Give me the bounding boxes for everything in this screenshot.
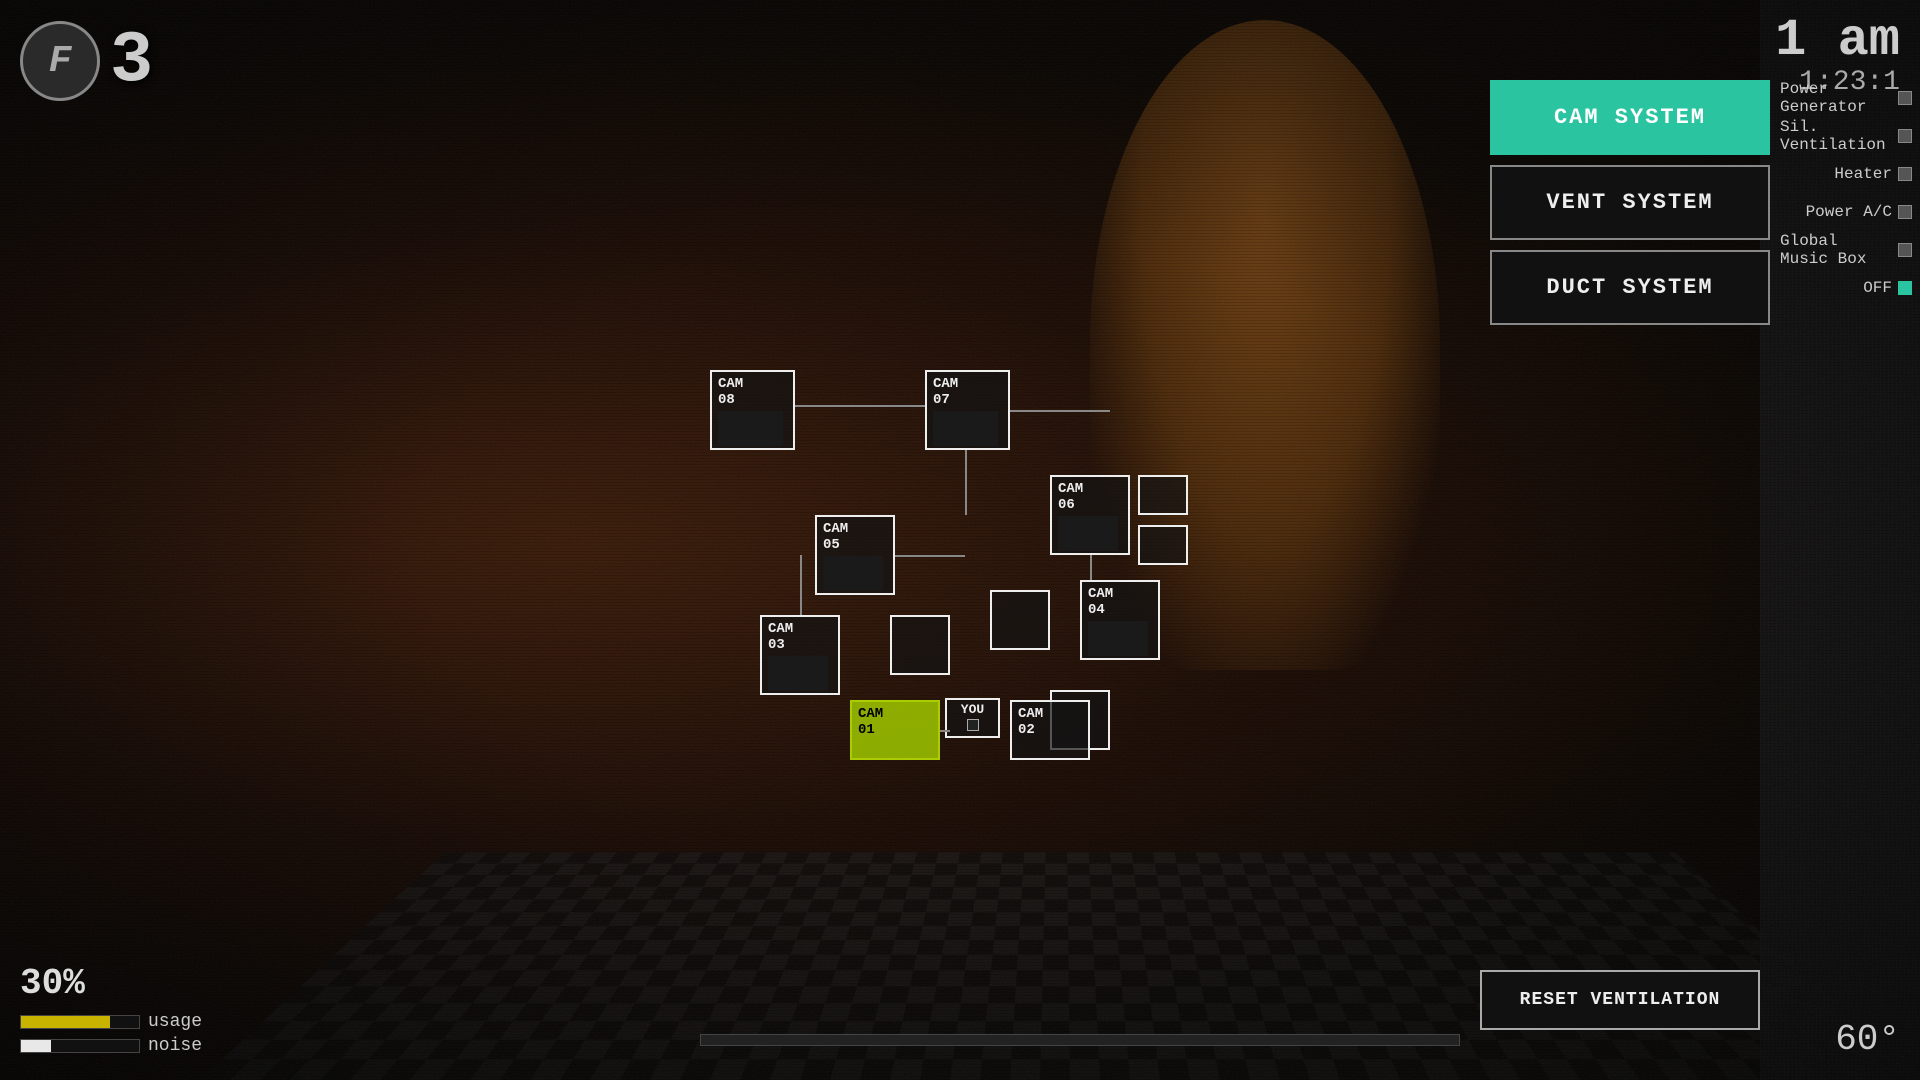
power-symbol: % xyxy=(63,963,85,1004)
connector-05-mid xyxy=(895,555,965,557)
off-indicator xyxy=(1898,281,1912,295)
cam-06-label: CAM06 xyxy=(1058,481,1122,513)
right-panel: CAM SYSTEM VENT SYSTEM DUCT SYSTEM xyxy=(1490,80,1770,325)
cam-03-box[interactable]: CAM03 xyxy=(760,615,840,695)
cam-03-preview xyxy=(768,656,828,691)
connector-08-07 xyxy=(795,405,925,407)
cam-06-ext-box2 xyxy=(1138,525,1188,565)
connector-06-04 xyxy=(1090,555,1092,580)
cam-05-preview xyxy=(823,556,883,591)
usage-bar-track xyxy=(20,1015,140,1029)
heater-indicator xyxy=(1898,167,1912,181)
cam-02-label: CAM02 xyxy=(1018,706,1082,738)
subsystem-sil-ventilation[interactable]: Sil. Ventilation xyxy=(1772,118,1920,154)
cam-system-button[interactable]: CAM SYSTEM xyxy=(1490,80,1770,155)
off-label: OFF xyxy=(1863,279,1892,297)
cam-08-label: CAM08 xyxy=(718,376,787,408)
cam-01-label: CAM01 xyxy=(858,706,932,738)
cam-02-box[interactable]: CAM02 xyxy=(1010,700,1090,760)
subsystem-panel: Power Generator Sil. Ventilation Heater … xyxy=(1772,80,1920,306)
scroll-track[interactable] xyxy=(700,1034,1460,1046)
global-music-box-label: Global Music Box xyxy=(1780,232,1892,268)
usage-label: usage xyxy=(148,1012,202,1032)
global-music-box-indicator xyxy=(1898,243,1912,257)
power-ac-indicator xyxy=(1898,205,1912,219)
cam-03-label: CAM03 xyxy=(768,621,832,653)
connector-01-you xyxy=(940,730,950,732)
power-ac-label: Power A/C xyxy=(1806,203,1892,221)
cam-04-box[interactable]: CAM04 xyxy=(1080,580,1160,660)
connector-07-06 xyxy=(1010,410,1110,412)
vent-system-button[interactable]: VENT SYSTEM xyxy=(1490,165,1770,240)
camera-map: CAM08 CAM07 CAM06 CAM05 CAM04 CAM03 CAM0… xyxy=(680,320,1300,820)
cam-06-ext-box xyxy=(1138,475,1188,515)
subsystem-off-toggle[interactable]: OFF xyxy=(1772,270,1920,306)
reset-ventilation-button[interactable]: RESET VENTILATION xyxy=(1480,970,1760,1030)
subsystem-heater[interactable]: Heater xyxy=(1772,156,1920,192)
duct-system-button[interactable]: DUCT SYSTEM xyxy=(1490,250,1770,325)
top-left-hud: F 3 xyxy=(20,20,153,102)
cam-07-label: CAM07 xyxy=(933,376,1002,408)
temperature-display: 60° xyxy=(1835,1019,1900,1060)
cam-07-preview xyxy=(933,411,998,446)
power-percent: 30% xyxy=(20,950,202,1008)
cam-06-box[interactable]: CAM06 xyxy=(1050,475,1130,555)
cam-07-box[interactable]: CAM07 xyxy=(925,370,1010,450)
bottom-scroll-area xyxy=(700,1030,1460,1050)
cam-04-label: CAM04 xyxy=(1088,586,1152,618)
subsystem-power-ac[interactable]: Power A/C xyxy=(1772,194,1920,230)
middle-connector-2 xyxy=(990,590,1050,650)
sil-ventilation-indicator xyxy=(1898,129,1912,143)
noise-bar-track xyxy=(20,1039,140,1053)
cam-05-label: CAM05 xyxy=(823,521,887,553)
power-section: 30% usage noise xyxy=(20,950,202,1060)
cam-04-preview xyxy=(1088,621,1148,656)
connector-03-down xyxy=(800,555,802,615)
cam-05-box[interactable]: CAM05 xyxy=(815,515,895,595)
you-marker: YOU xyxy=(945,698,1000,738)
you-label: YOU xyxy=(951,702,994,717)
power-number: 30 xyxy=(20,963,63,1004)
cam-01-box[interactable]: CAM01 xyxy=(850,700,940,760)
heater-label: Heater xyxy=(1834,165,1892,183)
time-hour: 1 am xyxy=(1775,15,1900,67)
power-generator-indicator xyxy=(1898,91,1912,105)
noise-label: noise xyxy=(148,1036,202,1056)
cam-08-preview xyxy=(718,411,783,446)
subsystem-power-generator[interactable]: Power Generator xyxy=(1772,80,1920,116)
subsystem-global-music-box[interactable]: Global Music Box xyxy=(1772,232,1920,268)
usage-bar-row: usage xyxy=(20,1012,202,1032)
night-number: 3 xyxy=(110,20,153,102)
noise-bar-row: noise xyxy=(20,1036,202,1056)
sil-ventilation-label: Sil. Ventilation xyxy=(1780,118,1892,154)
usage-bar-fill xyxy=(21,1016,110,1028)
freddy-icon: F xyxy=(20,21,100,101)
connector-07-05 xyxy=(965,450,967,515)
cam-06-preview xyxy=(1058,516,1118,551)
middle-connector-1 xyxy=(890,615,950,675)
power-generator-label: Power Generator xyxy=(1780,80,1892,116)
power-labels: usage noise xyxy=(20,1012,202,1056)
noise-bar-fill xyxy=(21,1040,51,1052)
you-indicator xyxy=(967,719,979,731)
cam-08-box[interactable]: CAM08 xyxy=(710,370,795,450)
